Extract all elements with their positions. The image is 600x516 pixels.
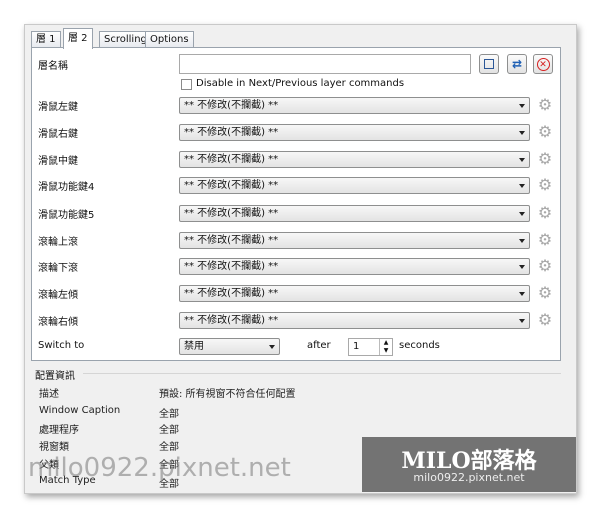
chevron-down-icon [519, 184, 525, 188]
tab-scrolling[interactable]: Scrolling [99, 31, 152, 48]
after-label: after [307, 340, 331, 351]
watermark-subtitle: milo0922.pixnet.net [413, 471, 525, 484]
config-info-divider [83, 373, 561, 374]
gear-icon[interactable]: ⚙ [536, 257, 554, 275]
gear-icon[interactable]: ⚙ [536, 96, 554, 114]
seconds-label: seconds [399, 340, 440, 351]
info-key: Window Caption [39, 405, 121, 416]
row-label-tilt-right: 滾輪右傾 [38, 317, 78, 328]
watermark-banner: MILO部落格 milo0922.pixnet.net [362, 437, 576, 492]
wheel-up-action-select[interactable]: ** 不修改(不攔截) ** [179, 232, 530, 249]
delete-icon: ✕ [536, 57, 550, 71]
info-value: 全部 [159, 425, 179, 436]
switch-to-label: Switch to [38, 340, 85, 351]
seconds-stepper[interactable]: 1 ▲ ▼ [348, 338, 393, 356]
info-key: 描述 [39, 389, 59, 400]
row-label-left-button: 滑鼠左鍵 [38, 102, 78, 113]
layer-panel: 層名稱 ⇄ ✕ Disable in Next/Previous layer c… [31, 47, 561, 361]
swap-layer-button[interactable]: ⇄ [507, 54, 527, 74]
info-value: 全部 [159, 409, 179, 420]
info-value: 預設: 所有視窗不符合任何配置 [159, 389, 296, 400]
info-key: 處理程序 [39, 425, 79, 436]
switch-to-select[interactable]: 禁用 [179, 338, 280, 355]
chevron-down-icon [519, 131, 525, 135]
tab-layer-2[interactable]: 層 2 [63, 28, 93, 49]
chevron-down-icon [519, 158, 525, 162]
seconds-value: 1 [353, 341, 360, 352]
gear-icon[interactable]: ⚙ [536, 204, 554, 222]
stepper-down-icon[interactable]: ▼ [379, 347, 392, 355]
tab-options[interactable]: Options [145, 31, 194, 48]
button-5-action-select[interactable]: ** 不修改(不攔截) ** [179, 205, 530, 222]
row-label-wheel-up: 滾輪上滾 [38, 237, 78, 248]
gear-icon[interactable]: ⚙ [536, 284, 554, 302]
row-label-middle-button: 滑鼠中鍵 [38, 156, 78, 167]
gear-icon[interactable]: ⚙ [536, 123, 554, 141]
copy-layer-button[interactable] [479, 54, 499, 74]
settings-window: 層 1 層 2 Scrolling Options 層名稱 ⇄ ✕ Disabl… [24, 24, 577, 494]
disable-next-prev-label: Disable in Next/Previous layer commands [196, 78, 405, 89]
left-button-action-select[interactable]: ** 不修改(不攔截) ** [179, 97, 530, 114]
copy-icon [484, 59, 494, 69]
layer-name-label: 層名稱 [38, 61, 68, 72]
tilt-right-action-select[interactable]: ** 不修改(不攔截) ** [179, 312, 530, 329]
chevron-down-icon [519, 292, 525, 296]
swap-arrows-icon: ⇄ [511, 57, 523, 71]
row-label-right-button: 滑鼠右鍵 [38, 129, 78, 140]
wheel-down-action-select[interactable]: ** 不修改(不攔截) ** [179, 258, 530, 275]
watermark-overlay-text: milo0922.pixnet.net [28, 453, 291, 483]
gear-icon[interactable]: ⚙ [536, 150, 554, 168]
chevron-down-icon [269, 345, 275, 349]
gear-icon[interactable]: ⚙ [536, 231, 554, 249]
row-label-tilt-left: 滾輪左傾 [38, 290, 78, 301]
button-4-action-select[interactable]: ** 不修改(不攔截) ** [179, 177, 530, 194]
gear-icon[interactable]: ⚙ [536, 176, 554, 194]
info-value: 全部 [159, 442, 179, 453]
row-label-button-5: 滑鼠功能鍵5 [38, 210, 95, 221]
row-label-button-4: 滑鼠功能鍵4 [38, 182, 95, 193]
chevron-down-icon [519, 212, 525, 216]
disable-next-prev-checkbox[interactable] [181, 79, 192, 90]
middle-button-action-select[interactable]: ** 不修改(不攔截) ** [179, 151, 530, 168]
chevron-down-icon [519, 265, 525, 269]
chevron-down-icon [519, 319, 525, 323]
config-info-title: 配置資訊 [35, 371, 75, 382]
info-key: 視窗類 [39, 442, 69, 453]
tab-layer-1[interactable]: 層 1 [31, 31, 61, 48]
chevron-down-icon [519, 104, 525, 108]
delete-layer-button[interactable]: ✕ [533, 54, 553, 74]
chevron-down-icon [519, 239, 525, 243]
tilt-left-action-select[interactable]: ** 不修改(不攔截) ** [179, 285, 530, 302]
right-button-action-select[interactable]: ** 不修改(不攔截) ** [179, 124, 530, 141]
gear-icon[interactable]: ⚙ [536, 311, 554, 329]
row-label-wheel-down: 滾輪下滾 [38, 263, 78, 274]
stepper-up-icon[interactable]: ▲ [379, 339, 392, 347]
layer-name-input[interactable] [179, 54, 471, 74]
